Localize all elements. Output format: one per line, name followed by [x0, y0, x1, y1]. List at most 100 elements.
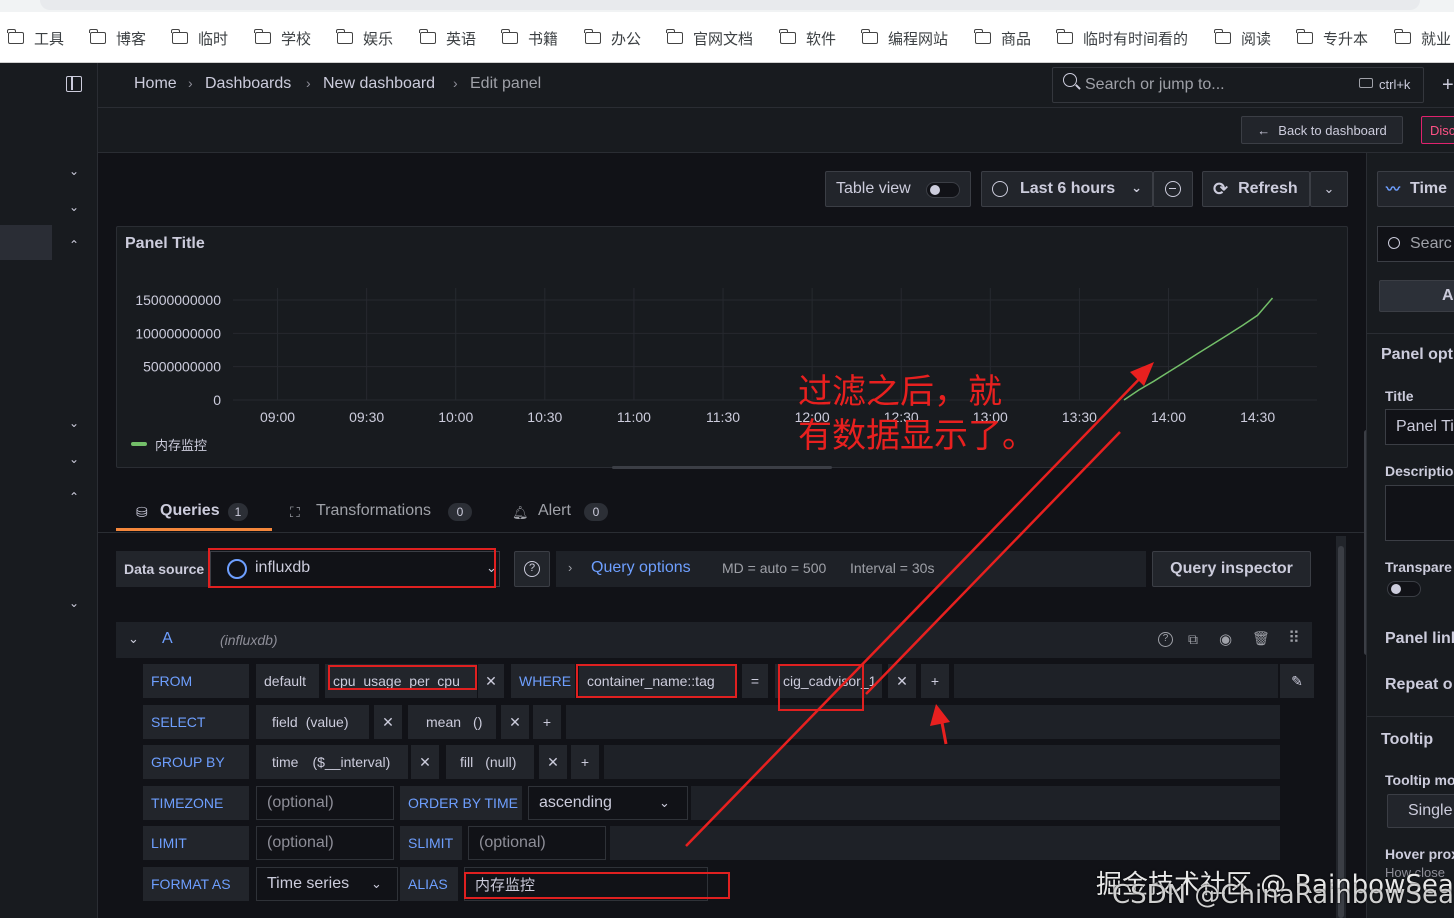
tab-transformations[interactable]: ⛶ Transformations 0	[288, 496, 488, 532]
discard-button[interactable]: Disc	[1421, 116, 1454, 144]
chevron-down-icon[interactable]: ⌄	[68, 453, 80, 465]
chevron-down-icon[interactable]: ⌄	[68, 165, 80, 177]
chevron-down-icon[interactable]: ⌄	[128, 631, 139, 647]
zoom-out-button[interactable]	[1153, 171, 1193, 207]
breadcrumb-dashboards[interactable]: Dashboards	[205, 75, 291, 93]
bookmark-label: 商品	[1001, 29, 1032, 48]
close-icon[interactable]: ✕	[478, 664, 504, 698]
query-ref-id[interactable]: A	[162, 630, 173, 648]
bookmark-folder[interactable]: 临时	[171, 28, 228, 48]
bookmark-label: 官网文档	[693, 29, 754, 48]
bookmark-folder[interactable]: 官网文档	[666, 28, 754, 48]
query-options-label[interactable]: Query options	[591, 559, 691, 577]
select-aggregation[interactable]: mean()	[408, 705, 496, 739]
series-line[interactable]	[1123, 297, 1274, 401]
from-database[interactable]: default	[256, 664, 319, 698]
sidebar-active-item[interactable]	[0, 225, 52, 260]
bookmark-folder[interactable]: 学校	[254, 28, 311, 48]
chevron-down-icon[interactable]: ⌄	[68, 201, 80, 213]
close-icon[interactable]: ✕	[411, 745, 439, 779]
question-icon[interactable]: ?	[1158, 632, 1173, 647]
close-icon[interactable]: ✕	[539, 745, 567, 779]
close-icon[interactable]: ✕	[888, 664, 916, 698]
tooltip-mode-label: Tooltip mo	[1385, 772, 1454, 788]
toggle-switch[interactable]	[926, 182, 960, 198]
visualization-picker[interactable]: 〰 Time	[1377, 171, 1454, 207]
time-series-chart[interactable]: 15000000000 10000000000 5000000000 0 09:00 09…	[117, 227, 1349, 469]
panel-title-input[interactable]: Panel Ti	[1385, 409, 1454, 445]
bookmark-folder[interactable]: 编程网站	[861, 28, 948, 48]
trash-icon[interactable]: 🗑︎	[1252, 630, 1270, 647]
chevron-down-icon[interactable]: ⌄	[68, 597, 80, 609]
tooltip-mode-single[interactable]: Single	[1387, 794, 1454, 828]
panel-links-heading[interactable]: Panel link	[1385, 630, 1454, 648]
description-textarea[interactable]	[1385, 485, 1454, 541]
query-options-bar[interactable]: › Query options MD = auto = 500 Interval…	[556, 551, 1146, 587]
x-tick-label: 10:30	[527, 409, 562, 425]
eye-icon[interactable]: ◉	[1219, 630, 1232, 648]
row-filler	[691, 786, 1280, 820]
where-operator[interactable]: =	[742, 664, 768, 698]
add-group-by-button[interactable]: +	[571, 745, 599, 779]
bookmark-folder[interactable]: 就业	[1394, 28, 1451, 48]
query-inspector-button[interactable]: Query inspector	[1152, 551, 1311, 587]
table-view-toggle[interactable]: Table view	[825, 171, 971, 207]
breadcrumb-home[interactable]: Home	[134, 75, 177, 93]
tab-queries[interactable]: ⛁ Queries 1	[116, 496, 272, 532]
options-search-input[interactable]: Searc	[1377, 226, 1454, 262]
bookmark-folder[interactable]: 娱乐	[336, 28, 394, 48]
drag-handle-icon[interactable]: ⠿	[1288, 628, 1300, 648]
bookmark-folder[interactable]: 临时有时间看的	[1056, 28, 1188, 48]
close-icon[interactable]: ✕	[374, 705, 402, 739]
group-by-time[interactable]: time ($__interval)	[256, 745, 408, 779]
bookmark-folder[interactable]: 阅读	[1214, 28, 1271, 48]
select-field[interactable]: field (value)	[256, 705, 369, 739]
search-input[interactable]: Search or jump to... ctrl+k	[1052, 67, 1424, 103]
time-range-picker[interactable]: Last 6 hours ⌄	[981, 171, 1153, 207]
legend-series-label[interactable]: 内存监控	[155, 435, 207, 454]
data-source-help-button[interactable]: ?	[514, 551, 550, 587]
refresh-interval-dropdown[interactable]: ⌄	[1310, 171, 1348, 207]
refresh-icon: ⟳	[1213, 178, 1229, 199]
chevron-up-icon[interactable]: ⌃	[68, 491, 80, 503]
limit-input[interactable]: (optional)	[256, 826, 394, 860]
bookmark-folder[interactable]: 商品	[974, 28, 1032, 48]
add-select-button[interactable]: +	[533, 705, 561, 739]
duplicate-icon[interactable]: ⧉	[1188, 631, 1198, 648]
timezone-input[interactable]: (optional)	[256, 786, 394, 820]
bookmark-folder[interactable]: 博客	[89, 28, 146, 48]
dock-menu-icon[interactable]	[66, 76, 82, 92]
alias-label: ALIAS	[400, 867, 458, 901]
repeat-options-heading[interactable]: Repeat o	[1385, 676, 1453, 694]
bookmark-folder[interactable]: 软件	[779, 28, 836, 48]
back-to-dashboard-button[interactable]: ← Back to dashboard	[1241, 116, 1403, 144]
bookmark-label: 娱乐	[363, 29, 394, 48]
plus-icon[interactable]: +	[1442, 74, 1454, 97]
bookmark-folder[interactable]: 工具	[7, 28, 64, 48]
refresh-button[interactable]: ⟳ Refresh	[1202, 171, 1310, 207]
row-filler	[610, 826, 1280, 860]
bookmark-folder[interactable]: 书籍	[501, 28, 558, 48]
bookmark-folder[interactable]: 英语	[419, 28, 476, 48]
add-condition-button[interactable]: +	[921, 664, 949, 698]
tooltip-heading[interactable]: Tooltip	[1381, 731, 1433, 749]
tab-alert[interactable]: 🔔︎ Alert 0	[510, 496, 620, 532]
panel-options-heading[interactable]: Panel opti	[1381, 346, 1454, 364]
bookmark-folder[interactable]: 办公	[584, 28, 641, 48]
group-by-fill[interactable]: fill (null)	[446, 745, 534, 779]
format-as-select[interactable]: Time series ⌄	[256, 867, 398, 901]
transparent-toggle[interactable]	[1387, 581, 1421, 597]
all-options-tab[interactable]: A	[1379, 280, 1454, 312]
editor-scrollbar-track[interactable]	[1336, 536, 1346, 918]
bookmark-folder[interactable]: 专升本	[1296, 28, 1368, 48]
chevron-down-icon[interactable]: ⌄	[68, 417, 80, 429]
close-icon[interactable]: ✕	[501, 705, 529, 739]
editor-scrollbar-thumb[interactable]	[1338, 546, 1344, 918]
chevron-up-icon[interactable]: ⌃	[68, 239, 80, 251]
panel-resize-handle[interactable]	[612, 466, 832, 469]
order-by-time-select[interactable]: ascending ⌄	[528, 786, 688, 820]
breadcrumb-dashboard[interactable]: New dashboard	[323, 75, 435, 93]
database-icon: ⛁	[136, 504, 148, 520]
slimit-input[interactable]: (optional)	[468, 826, 606, 860]
pencil-icon[interactable]: ✎	[1280, 664, 1314, 698]
